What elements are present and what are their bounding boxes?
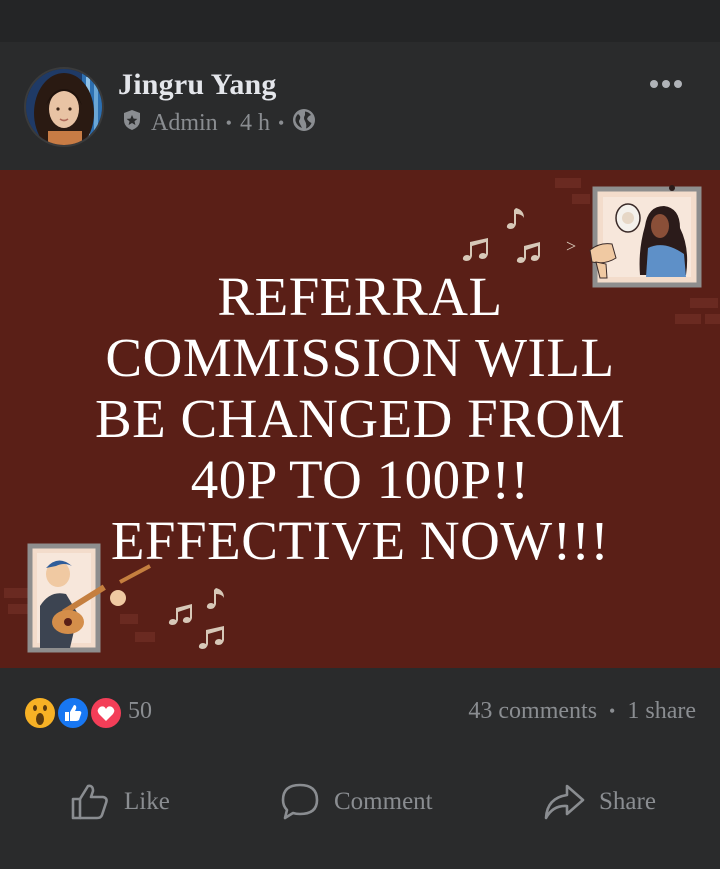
comment-button[interactable]: Comment: [280, 782, 433, 822]
top-bar: [0, 0, 720, 42]
avatar[interactable]: [24, 67, 104, 147]
meta-separator: •: [225, 113, 232, 133]
reaction-count[interactable]: 50: [128, 698, 152, 725]
share-button[interactable]: Share: [543, 782, 656, 822]
like-button[interactable]: Like: [70, 782, 170, 822]
post-header: Jingru Yang Admin • 4 h •: [0, 42, 720, 170]
headline-line: 40P TO 100P!!: [190, 449, 530, 510]
headline-line: REFERRAL: [217, 266, 503, 327]
share-label: Share: [599, 788, 656, 815]
like-label: Like: [124, 788, 170, 815]
author-name[interactable]: Jingru Yang: [118, 68, 277, 102]
globe-icon: [292, 108, 316, 139]
shares-count[interactable]: 1 share: [627, 698, 696, 725]
more-options-icon[interactable]: [648, 66, 684, 98]
headline-line: BE CHANGED FROM: [94, 388, 626, 449]
comments-count[interactable]: 43 comments: [468, 698, 597, 725]
engagement-counts: 43 comments • 1 share: [468, 698, 696, 725]
role-label: Admin: [151, 110, 218, 136]
svg-text:>: >: [566, 236, 576, 256]
headline-line: EFFECTIVE NOW!!!: [110, 510, 610, 571]
headline-line: COMMISSION WILL: [105, 327, 615, 388]
meta-separator: •: [277, 113, 285, 133]
counts-separator: •: [609, 701, 616, 721]
like-icon: [71, 784, 108, 820]
comment-label: Comment: [334, 788, 433, 815]
share-icon: [544, 784, 585, 820]
announcement-text: REFERRAL COMMISSION WILL BE CHANGED FROM…: [40, 266, 680, 571]
post-image-banner[interactable]: > REFERRAL COMMISSION WILL BE CHANGED FR…: [0, 170, 720, 668]
admin-badge-icon: [121, 109, 143, 138]
comment-icon: [281, 783, 319, 820]
reaction-icons[interactable]: [22, 696, 123, 730]
post-actions: Like Comment Share: [0, 758, 720, 869]
post-meta: Admin • 4 h •: [121, 108, 316, 139]
post-time[interactable]: 4 h: [240, 110, 270, 137]
reactions-bar: 50 43 comments • 1 share: [0, 668, 720, 758]
post-card: Jingru Yang Admin • 4 h • > REFERRAL COM…: [0, 42, 720, 869]
